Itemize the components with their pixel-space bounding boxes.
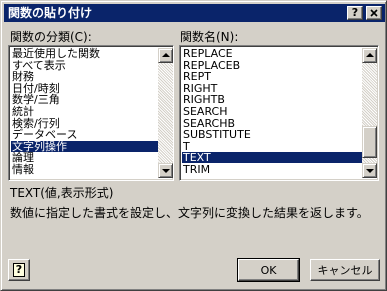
category-list-item[interactable]: 財務 [11, 71, 158, 82]
arrow-down-icon [162, 169, 170, 173]
ok-button[interactable]: OK [237, 258, 300, 282]
category-list-item[interactable]: すべて表示 [11, 60, 158, 71]
function-scroll-thumb[interactable] [362, 126, 377, 158]
function-list-item[interactable]: REPLACE [182, 48, 362, 59]
category-scroll-up-button[interactable] [158, 48, 173, 63]
function-list-item[interactable]: RIGHTB [182, 94, 362, 105]
function-scrollbar[interactable] [362, 48, 377, 178]
function-list-item[interactable]: TRIM [182, 164, 362, 175]
arrow-down-icon [366, 169, 374, 173]
function-label: 関数名(N): [180, 30, 239, 44]
function-list-item[interactable]: SEARCH [182, 106, 362, 117]
title-bar[interactable]: 関数の貼り付け ? [4, 4, 385, 22]
dialog-title: 関数の貼り付け [8, 6, 93, 20]
category-scroll-down-button[interactable] [158, 163, 173, 178]
function-list-item[interactable]: T [182, 141, 362, 152]
help-icon: ? [13, 263, 25, 277]
function-list-item[interactable]: SUBSTITUTE [182, 129, 362, 140]
close-icon [370, 9, 378, 17]
category-listbox[interactable]: 最近使用した関数 すべて表示 財務 日付/時刻 数学/三角 統計 検索/行列 データベース 文字… [8, 45, 174, 181]
category-label: 関数の分類(C): [10, 30, 92, 44]
function-syntax: TEXT(値,表示形式) [10, 186, 114, 200]
arrow-up-icon [366, 53, 374, 57]
dialog-window: 関数の貼り付け ? 関数の分類(C): 最近使用した関数 すべて表示 財務 日付/時刻… [0, 0, 387, 291]
category-list-item[interactable]: 数学/三角 [11, 94, 158, 105]
category-list-item[interactable]: 統計 [11, 106, 158, 117]
function-list-item[interactable]: SEARCHB [182, 118, 362, 129]
function-description: 数値に指定した書式を設定し、文字列に変換した結果を返します。 [10, 206, 369, 220]
category-list-item[interactable]: 最近使用した関数 [11, 48, 158, 59]
arrow-up-icon [162, 53, 170, 57]
category-list-item[interactable]: 情報 [11, 164, 158, 175]
function-list-item[interactable]: TEXT [182, 152, 362, 164]
cancel-button[interactable]: キャンセル [310, 259, 380, 281]
help-button[interactable]: ? [8, 259, 30, 281]
close-button[interactable] [366, 6, 382, 20]
category-scrollbar[interactable] [158, 48, 173, 178]
function-list-item[interactable]: RIGHT [182, 83, 362, 94]
function-list-item[interactable]: REPLACEB [182, 60, 362, 71]
function-listbox[interactable]: REPLACE REPLACEB REPT RIGHT RIGHTB SEARCH SEAR… [179, 45, 379, 181]
function-list-item[interactable]: REPT [182, 71, 362, 82]
category-list-item[interactable]: データベース [11, 129, 158, 140]
category-list-item[interactable]: 論理 [11, 152, 158, 163]
category-list-item[interactable]: 検索/行列 [11, 118, 158, 129]
function-scroll-down-button[interactable] [362, 163, 377, 178]
function-scroll-up-button[interactable] [362, 48, 377, 63]
help-title-button[interactable]: ? [347, 6, 363, 20]
